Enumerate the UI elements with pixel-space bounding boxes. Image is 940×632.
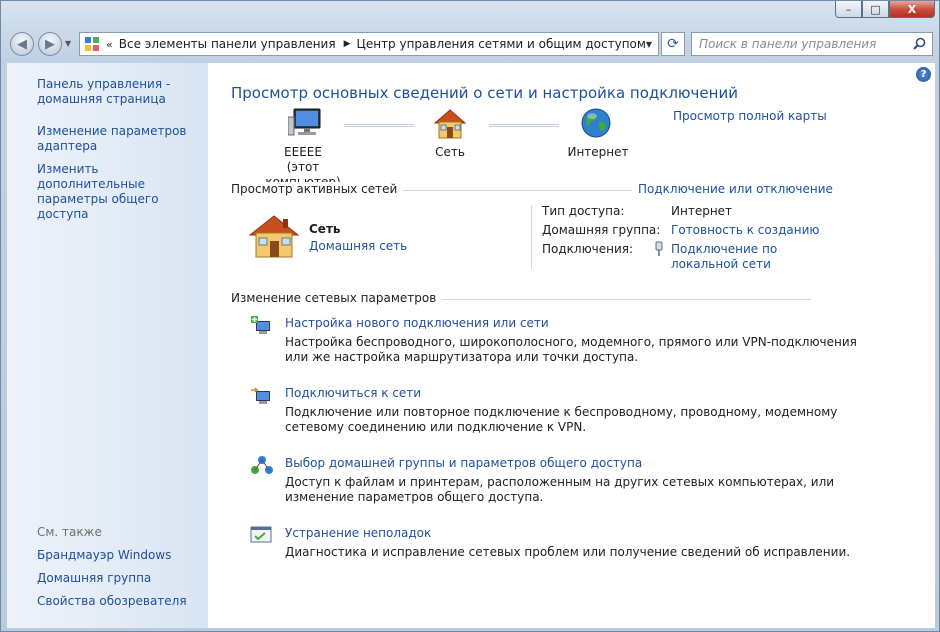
back-button[interactable]: ◀ [10,32,34,56]
task-troubleshoot-desc-1: Диагностика и исправление сетевых пробле… [285,545,851,559]
task-troubleshoot-link[interactable]: Устранение неполадок [285,526,431,541]
search-icon[interactable] [913,37,926,53]
address-dropdown-icon[interactable]: ▼ [646,40,652,49]
task-homegroup-desc-2: изменение параметров общего доступа. [285,490,544,504]
active-network-separator [531,205,532,269]
task-connect-network-desc-1: Подключение или повторное подключение к … [285,405,838,419]
breadcrumb-all-items[interactable]: Все элементы панели управления [119,37,336,51]
minimize-button[interactable]: – [835,1,862,18]
task-homegroup-desc-1: Доступ к файлам и принтерам, расположенн… [285,475,835,489]
network-label: Сеть [435,145,465,159]
forward-arrow-icon: ▶ [45,36,55,52]
task-connect-network-desc-2: сетевому соединению или подключение к VP… [285,420,587,434]
see-also-internet-options[interactable]: Свойства обозревателя [37,594,187,609]
network-type-link[interactable]: Домашняя сеть [309,239,407,254]
recent-pages-dropdown-icon[interactable]: ▼ [65,39,71,48]
troubleshoot-icon [250,525,274,550]
homegroup-label: Домашняя группа: [542,223,661,237]
task-new-connection-desc-1: Настройка беспроводного, широкополосного… [285,335,857,349]
homegroup-ready-link[interactable]: Готовность к созданию [671,223,820,238]
search-box[interactable] [691,32,933,56]
active-network-name: Сеть [309,222,341,236]
lan-connection-link[interactable]: Подключение по локальной сети [671,242,777,272]
window: – □ X ◀ ▶ ▼ « Все элементы панели управл… [0,0,940,632]
computer-icon [287,107,324,142]
access-type-label: Тип доступа: [542,204,625,218]
breadcrumb-separator-icon[interactable]: ▶ [344,39,351,49]
breadcrumb-prefix[interactable]: « [106,38,113,51]
task-new-connection-link[interactable]: Настройка нового подключения или сети [285,316,549,331]
address-bar[interactable]: « Все элементы панели управления ▶ Центр… [79,32,659,56]
map-connector-1 [344,124,414,127]
main-content: ? Просмотр основных сведений о сети и на… [208,63,935,628]
control-panel-icon [84,36,100,52]
see-also-heading: См. также [37,525,102,539]
sidebar-item-sharing-settings[interactable]: Изменить дополнительные параметры общего… [37,162,208,222]
computer-name: EEEEE [284,145,322,159]
see-also-firewall[interactable]: Брандмауэр Windows [37,548,171,563]
internet-globe-icon [580,107,612,142]
forward-button[interactable]: ▶ [38,32,62,56]
maximize-button[interactable]: □ [862,1,889,18]
task-connect-network-link[interactable]: Подключиться к сети [285,386,421,401]
active-networks-title: Просмотр активных сетей [231,182,404,196]
full-map-link[interactable]: Просмотр полной карты [673,109,827,124]
search-input[interactable] [699,37,899,51]
task-homegroup-link[interactable]: Выбор домашней группы и параметров общег… [285,456,642,471]
homegroup-sharing-icon [250,455,274,480]
connect-network-icon [250,385,274,410]
internet-label: Интернет [567,145,629,159]
sidebar: Панель управления - домашняя страница Из… [7,63,208,628]
connect-disconnect-link[interactable]: Подключение или отключение [632,182,833,197]
refresh-icon: ⟳ [667,36,679,52]
sidebar-item-adapter-settings[interactable]: Изменение параметров адаптера [37,124,187,154]
refresh-button[interactable]: ⟳ [661,32,685,56]
map-connector-2 [489,124,559,127]
close-button[interactable]: X [889,1,935,18]
help-icon[interactable]: ? [916,67,931,82]
back-arrow-icon: ◀ [17,36,27,52]
lan-plug-icon [654,241,664,260]
active-network-house-icon [248,213,300,262]
change-settings-title: Изменение сетевых параметров [231,291,443,305]
connections-label: Подключения: [542,242,634,256]
see-also-homegroup[interactable]: Домашняя группа [37,571,151,586]
navigation-toolbar: ◀ ▶ ▼ « Все элементы панели управления ▶… [1,27,940,61]
new-connection-icon [250,315,274,340]
access-type-value: Интернет [671,204,733,218]
page-title: Просмотр основных сведений о сети и наст… [231,84,738,102]
sidebar-item-control-panel-home[interactable]: Панель управления - домашняя страница [37,77,170,107]
caption-buttons: – □ X [835,1,935,18]
breadcrumb-network-center[interactable]: Центр управления сетями и общим доступом [357,37,646,51]
network-house-icon [433,108,467,143]
task-new-connection-desc-2: или же настройка маршрутизатора или точк… [285,350,639,364]
